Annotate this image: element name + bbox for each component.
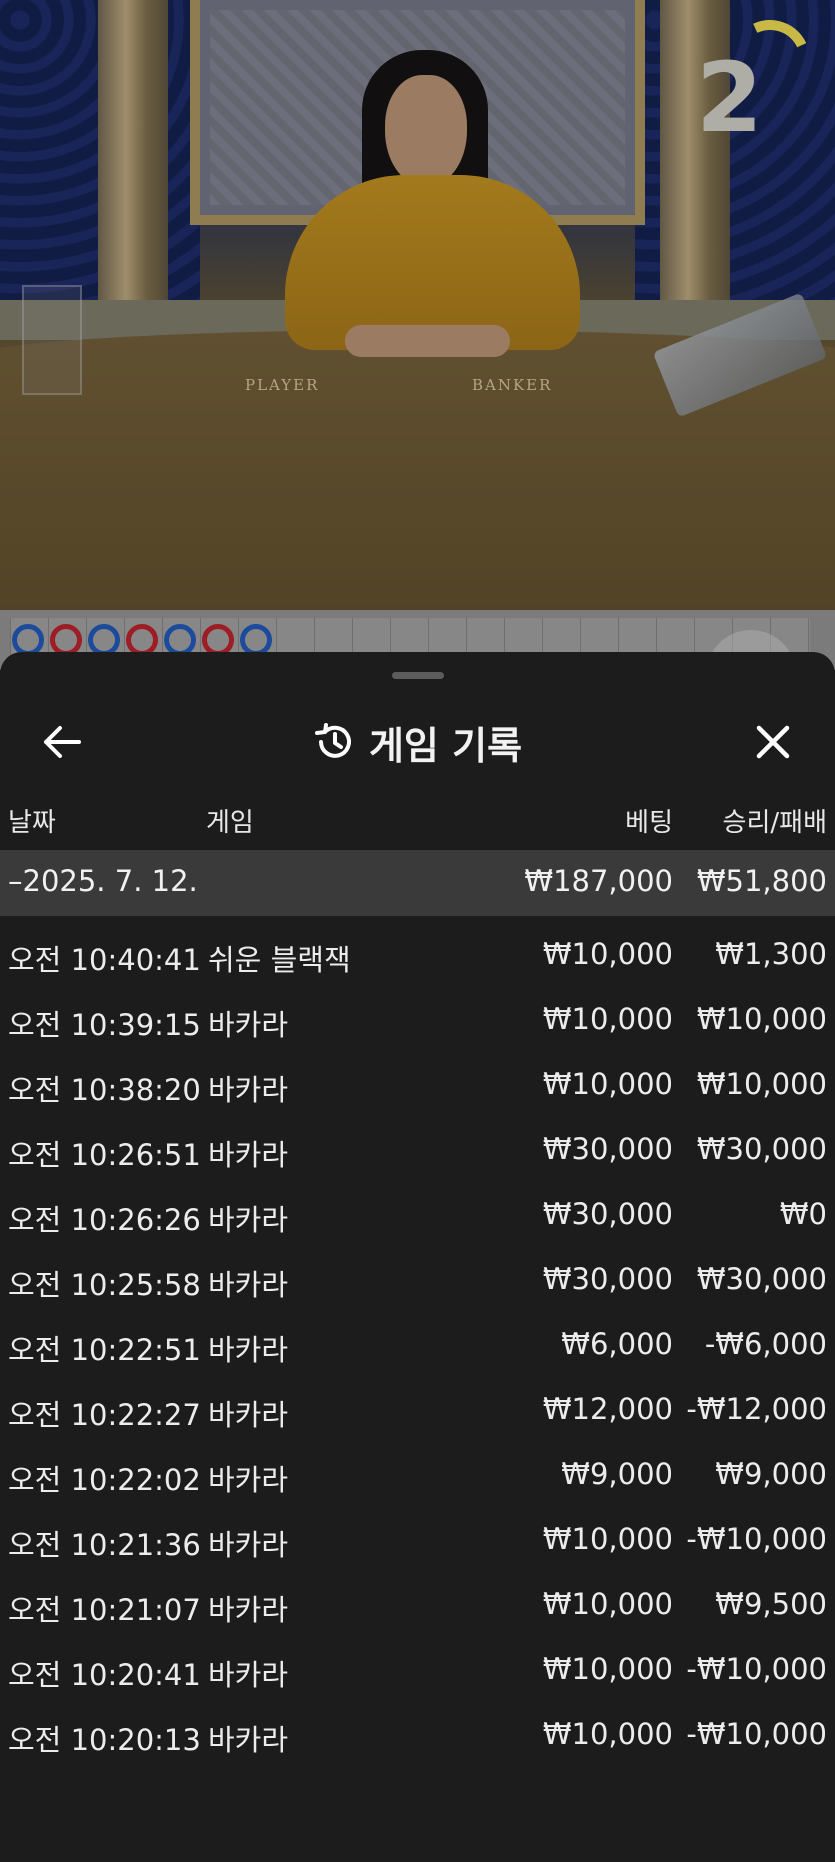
row-bet: ₩30,000 — [542, 1262, 673, 1296]
day-date: –2025. 7. 12. — [8, 864, 198, 898]
sheet-title: 게임 기록 — [0, 714, 835, 770]
history-row[interactable]: 오전 10:22:27 바카라 ₩12,000 -₩12,000 — [0, 1380, 835, 1445]
row-time: 오전 10:20:41 — [8, 1658, 201, 1692]
row-bet: ₩30,000 — [542, 1132, 673, 1166]
row-game: 바카라 — [208, 1203, 289, 1237]
history-row[interactable]: 오전 10:39:15 바카라 ₩10,000 ₩10,000 — [0, 990, 835, 1055]
row-bet: ₩6,000 — [561, 1327, 673, 1361]
row-time: 오전 10:21:07 — [8, 1593, 201, 1627]
row-bet: ₩10,000 — [542, 937, 673, 971]
row-bet: ₩12,000 — [542, 1392, 673, 1426]
row-time: 오전 10:21:36 — [8, 1528, 201, 1562]
history-row[interactable]: 오전 10:26:26 바카라 ₩30,000 ₩0 — [0, 1185, 835, 1250]
row-game: 바카라 — [208, 1073, 289, 1107]
row-bet: ₩9,000 — [561, 1457, 673, 1491]
row-time: 오전 10:22:51 — [8, 1333, 201, 1367]
row-win-loss: -₩10,000 — [686, 1652, 827, 1686]
row-win-loss: -₩12,000 — [686, 1392, 827, 1426]
row-time: 오전 10:38:20 — [8, 1073, 201, 1107]
dealer-body — [285, 175, 580, 350]
row-time: 오전 10:22:02 — [8, 1463, 201, 1497]
row-win-loss: ₩30,000 — [696, 1132, 827, 1166]
row-game: 쉬운 블랙잭 — [208, 943, 351, 977]
row-bet: ₩30,000 — [542, 1197, 673, 1231]
row-time: 오전 10:39:15 — [8, 1008, 201, 1042]
row-bet: ₩10,000 — [542, 1067, 673, 1101]
pillar-left — [98, 0, 168, 310]
day-total-win-loss: ₩51,800 — [696, 864, 827, 898]
row-game: 바카라 — [208, 1398, 289, 1432]
row-game: 바카라 — [208, 1723, 289, 1757]
row-game: 바카라 — [208, 1008, 289, 1042]
title-text: 게임 기록 — [368, 723, 523, 768]
row-win-loss: ₩0 — [779, 1197, 827, 1231]
history-row[interactable]: 오전 10:40:41 쉬운 블랙잭 ₩10,000 ₩1,300 — [0, 925, 835, 990]
row-time: 오전 10:25:58 — [8, 1268, 201, 1302]
game-history-sheet: 게임 기록 날짜 게임 베팅 승리/패배 –2025. 7. 12. ₩187,… — [0, 652, 835, 1862]
row-bet: ₩10,000 — [542, 1522, 673, 1556]
row-time: 오전 10:22:27 — [8, 1398, 201, 1432]
column-header-bet: 베팅 — [625, 808, 673, 838]
row-game: 바카라 — [208, 1138, 289, 1172]
row-time: 오전 10:26:26 — [8, 1203, 201, 1237]
row-bet: ₩10,000 — [542, 1652, 673, 1686]
day-total-bet: ₩187,000 — [524, 864, 673, 898]
row-game: 바카라 — [208, 1268, 289, 1302]
column-header-game: 게임 — [206, 808, 254, 838]
row-bet: ₩10,000 — [542, 1587, 673, 1621]
row-win-loss: ₩1,300 — [715, 937, 827, 971]
history-row[interactable]: 오전 10:22:02 바카라 ₩9,000 ₩9,000 — [0, 1445, 835, 1510]
countdown-timer: 2 — [690, 8, 822, 155]
row-win-loss: ₩30,000 — [696, 1262, 827, 1296]
sheet-header: 게임 기록 — [0, 692, 835, 792]
row-bet: ₩10,000 — [542, 1002, 673, 1036]
history-row[interactable]: 오전 10:26:51 바카라 ₩30,000 ₩30,000 — [0, 1120, 835, 1185]
day-summary-row[interactable]: –2025. 7. 12. ₩187,000 ₩51,800 — [0, 850, 835, 916]
row-win-loss: -₩6,000 — [704, 1327, 827, 1361]
column-headers: 날짜 게임 베팅 승리/패배 — [0, 792, 835, 848]
drag-handle[interactable] — [392, 672, 444, 679]
row-win-loss: -₩10,000 — [686, 1717, 827, 1751]
row-game: 바카라 — [208, 1333, 289, 1367]
row-time: 오전 10:26:51 — [8, 1138, 201, 1172]
row-win-loss: ₩9,000 — [715, 1457, 827, 1491]
row-win-loss: ₩10,000 — [696, 1067, 827, 1101]
column-header-win-loss: 승리/패배 — [722, 808, 827, 838]
row-game: 바카라 — [208, 1528, 289, 1562]
history-row[interactable]: 오전 10:25:58 바카라 ₩30,000 ₩30,000 — [0, 1250, 835, 1315]
history-list: 오전 10:40:41 쉬운 블랙잭 ₩10,000 ₩1,300 오전 10:39:1… — [0, 925, 835, 1770]
history-clock-icon — [314, 723, 351, 758]
table-label-player: PLAYER — [245, 376, 320, 394]
discard-holder — [22, 285, 82, 395]
history-row[interactable]: 오전 10:21:36 바카라 ₩10,000 -₩10,000 — [0, 1510, 835, 1575]
dealer-face — [385, 75, 467, 187]
row-game: 바카라 — [208, 1593, 289, 1627]
row-game: 바카라 — [208, 1463, 289, 1497]
column-header-date: 날짜 — [8, 808, 56, 838]
live-video[interactable]: PLAYER BANKER 2 — [0, 0, 835, 610]
history-row[interactable]: 오전 10:38:20 바카라 ₩10,000 ₩10,000 — [0, 1055, 835, 1120]
history-row[interactable]: 오전 10:20:13 바카라 ₩10,000 -₩10,000 — [0, 1705, 835, 1770]
close-icon — [756, 725, 790, 759]
row-time: 오전 10:40:41 — [8, 943, 201, 977]
row-time: 오전 10:20:13 — [8, 1723, 201, 1757]
table-label-banker: BANKER — [472, 376, 553, 394]
close-button[interactable] — [741, 716, 805, 768]
app-screen: PLAYER BANKER 2 게임 기록 날짜 게임 베팅 승리/패배 –20… — [0, 0, 835, 1862]
history-row[interactable]: 오전 10:20:41 바카라 ₩10,000 -₩10,000 — [0, 1640, 835, 1705]
history-row[interactable]: 오전 10:22:51 바카라 ₩6,000 -₩6,000 — [0, 1315, 835, 1380]
history-row[interactable]: 오전 10:21:07 바카라 ₩10,000 ₩9,500 — [0, 1575, 835, 1640]
row-win-loss: ₩9,500 — [715, 1587, 827, 1621]
dealer-arms — [345, 325, 510, 357]
countdown-number: 2 — [696, 42, 763, 154]
row-bet: ₩10,000 — [542, 1717, 673, 1751]
row-win-loss: -₩10,000 — [686, 1522, 827, 1556]
row-game: 바카라 — [208, 1658, 289, 1692]
row-win-loss: ₩10,000 — [696, 1002, 827, 1036]
